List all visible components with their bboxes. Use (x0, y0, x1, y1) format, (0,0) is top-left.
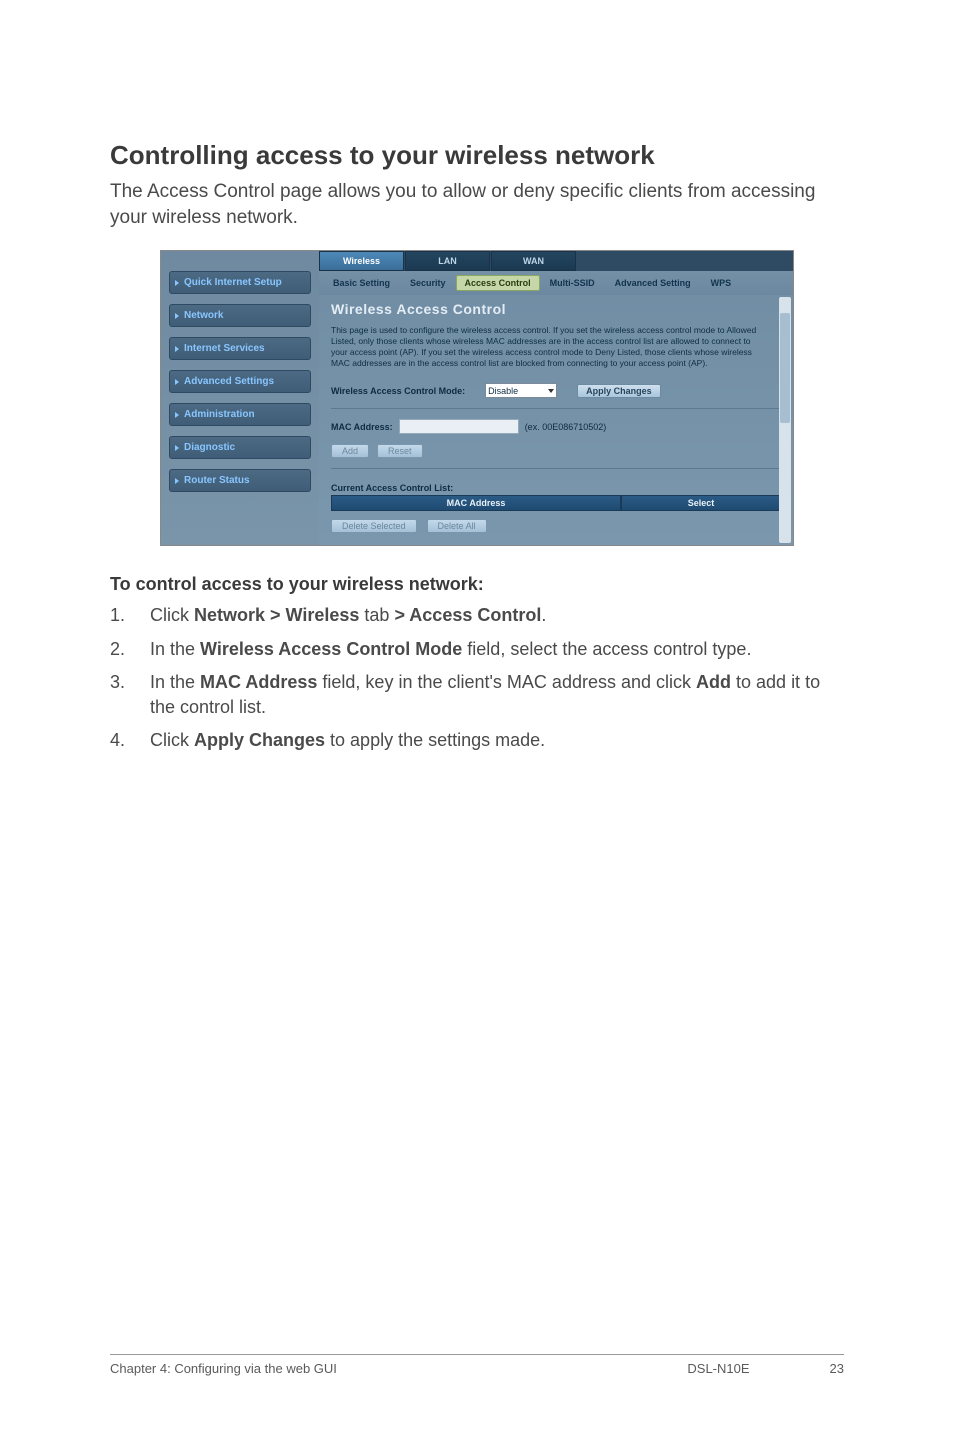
mode-label: Wireless Access Control Mode: (331, 386, 465, 396)
step-text: to apply the settings made. (325, 730, 545, 750)
panel-description: This page is used to configure the wirel… (331, 325, 781, 369)
step-text: . (541, 605, 546, 625)
sidebar-item-diagnostic[interactable]: Diagnostic (169, 436, 311, 459)
step-bold: > Access Control (394, 605, 541, 625)
column-select: Select (621, 495, 781, 511)
mac-address-input[interactable] (399, 419, 519, 434)
subtab-basic-setting[interactable]: Basic Setting (323, 275, 400, 291)
sidebar-item-administration[interactable]: Administration (169, 403, 311, 426)
add-button[interactable]: Add (331, 444, 369, 458)
sidebar-item-advanced-settings[interactable]: Advanced Settings (169, 370, 311, 393)
step-text: Click (150, 605, 194, 625)
column-mac-address: MAC Address (331, 495, 621, 511)
footer-chapter: Chapter 4: Configuring via the web GUI (110, 1361, 337, 1376)
step-text: tab (359, 605, 394, 625)
step-text: Click (150, 730, 194, 750)
panel-title: Wireless Access Control (331, 301, 781, 317)
footer-model: DSL-N10E (687, 1361, 749, 1376)
sub-tab-row: Basic Setting Security Access Control Mu… (319, 271, 793, 295)
subtab-wps[interactable]: WPS (701, 275, 742, 291)
sidebar-item-router-status[interactable]: Router Status (169, 469, 311, 492)
subtab-advanced-setting[interactable]: Advanced Setting (605, 275, 701, 291)
mac-example: (ex. 00E086710502) (525, 422, 607, 432)
sidebar-item-quick-internet-setup[interactable]: Quick Internet Setup (169, 271, 311, 294)
screenshot: Quick Internet Setup Network Internet Se… (160, 250, 794, 546)
mode-select[interactable]: Disable (485, 383, 557, 398)
tab-wireless[interactable]: Wireless (319, 251, 404, 271)
instructions-title: To control access to your wireless netwo… (110, 574, 844, 595)
step-number: 2. (110, 637, 150, 662)
mode-select-value: Disable (488, 386, 518, 396)
top-tab-row: Wireless LAN WAN (319, 251, 793, 271)
sidebar-item-internet-services[interactable]: Internet Services (169, 337, 311, 360)
content-panel: Wireless Access Control This page is use… (319, 295, 793, 545)
step-number: 4. (110, 728, 150, 753)
access-control-list-title: Current Access Control List: (331, 483, 781, 493)
step-text: In the (150, 672, 200, 692)
subtab-multi-ssid[interactable]: Multi-SSID (540, 275, 605, 291)
footer-page-number: 23 (830, 1361, 844, 1376)
step-text: field, select the access control type. (462, 639, 751, 659)
delete-all-button[interactable]: Delete All (427, 519, 487, 533)
mac-address-label: MAC Address: (331, 422, 393, 432)
scrollbar[interactable] (779, 297, 791, 543)
tab-lan[interactable]: LAN (405, 251, 490, 271)
step-text: field, key in the client's MAC address a… (317, 672, 696, 692)
instructions-list: 1. Click Network > Wireless tab > Access… (110, 603, 844, 753)
step-bold: Apply Changes (194, 730, 325, 750)
reset-button[interactable]: Reset (377, 444, 423, 458)
access-control-table: MAC Address Select (331, 495, 781, 511)
page-heading: Controlling access to your wireless netw… (110, 140, 844, 171)
step-2: 2. In the Wireless Access Control Mode f… (110, 637, 844, 662)
step-number: 1. (110, 603, 150, 628)
step-bold: Network > Wireless (194, 605, 359, 625)
step-3: 3. In the MAC Address field, key in the … (110, 670, 844, 720)
delete-selected-button[interactable]: Delete Selected (331, 519, 417, 533)
subtab-security[interactable]: Security (400, 275, 456, 291)
step-bold: MAC Address (200, 672, 317, 692)
intro-paragraph: The Access Control page allows you to al… (110, 179, 844, 230)
step-bold: Add (696, 672, 731, 692)
sidebar: Quick Internet Setup Network Internet Se… (161, 251, 319, 545)
apply-changes-button[interactable]: Apply Changes (577, 384, 661, 398)
subtab-access-control[interactable]: Access Control (456, 275, 540, 291)
step-4: 4. Click Apply Changes to apply the sett… (110, 728, 844, 753)
sidebar-item-network[interactable]: Network (169, 304, 311, 327)
tab-wan[interactable]: WAN (491, 251, 576, 271)
page-footer: Chapter 4: Configuring via the web GUI D… (110, 1354, 844, 1376)
step-1: 1. Click Network > Wireless tab > Access… (110, 603, 844, 628)
step-text: In the (150, 639, 200, 659)
step-number: 3. (110, 670, 150, 720)
step-bold: Wireless Access Control Mode (200, 639, 462, 659)
